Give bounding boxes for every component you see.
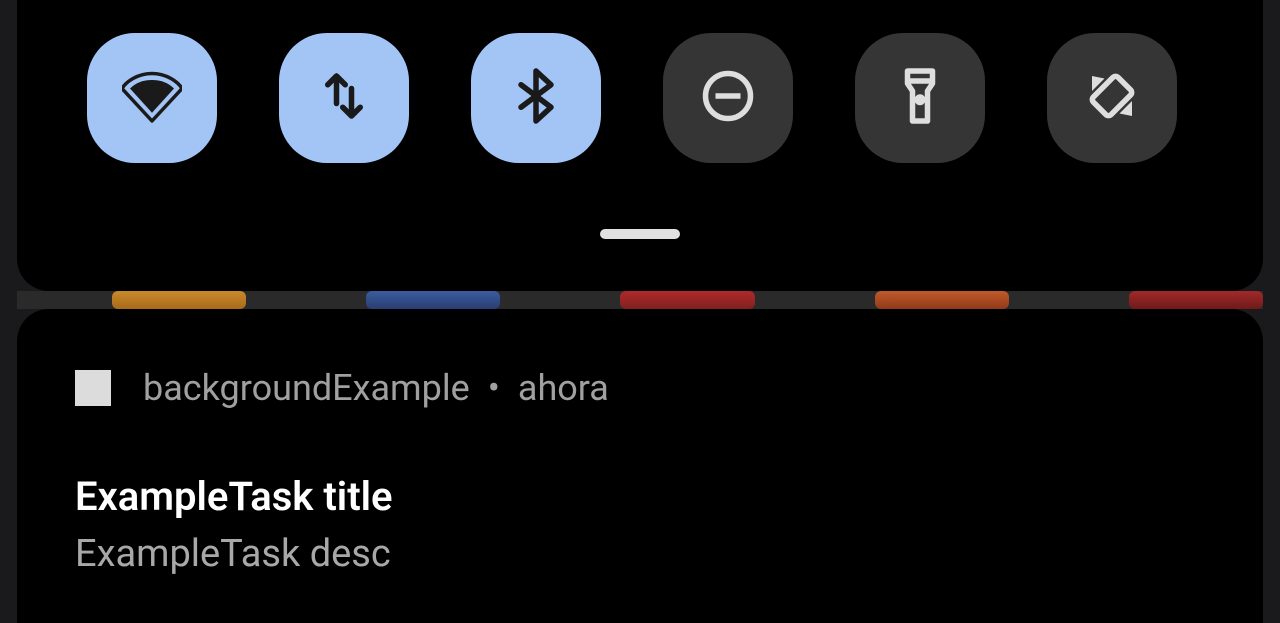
background-app-icon: [366, 291, 500, 309]
background-glimpse: [17, 291, 1263, 309]
background-app-icon: [1129, 291, 1263, 309]
quick-settings-panel: [17, 0, 1263, 291]
mobile-data-toggle[interactable]: [279, 33, 409, 163]
notification-description: ExampleTask desc: [75, 532, 1205, 576]
flashlight-toggle[interactable]: [855, 33, 985, 163]
background-app-icon: [112, 291, 246, 309]
panel-grab-handle[interactable]: [600, 229, 680, 239]
notification-title: ExampleTask title: [75, 473, 1205, 520]
flashlight-icon: [890, 66, 950, 130]
notification-meta: backgroundExample • ahora: [143, 367, 609, 409]
wifi-icon: [122, 66, 182, 130]
bluetooth-icon: [506, 66, 566, 130]
do-not-disturb-icon: [698, 66, 758, 130]
background-app-icon: [875, 291, 1009, 309]
notification-card[interactable]: backgroundExample • ahora ExampleTask ti…: [17, 309, 1263, 623]
notification-app-icon: [75, 370, 111, 406]
do-not-disturb-toggle[interactable]: [663, 33, 793, 163]
auto-rotate-icon: [1082, 66, 1142, 130]
auto-rotate-toggle[interactable]: [1047, 33, 1177, 163]
notification-header: backgroundExample • ahora: [75, 367, 1205, 409]
background-app-icon: [620, 291, 754, 309]
notification-app-name: backgroundExample: [143, 367, 470, 409]
notification-timestamp: ahora: [518, 367, 609, 409]
notification-separator: •: [488, 367, 500, 409]
bluetooth-toggle[interactable]: [471, 33, 601, 163]
quick-settings-row: [17, 0, 1263, 163]
mobile-data-icon: [314, 66, 374, 130]
wifi-toggle[interactable]: [87, 33, 217, 163]
